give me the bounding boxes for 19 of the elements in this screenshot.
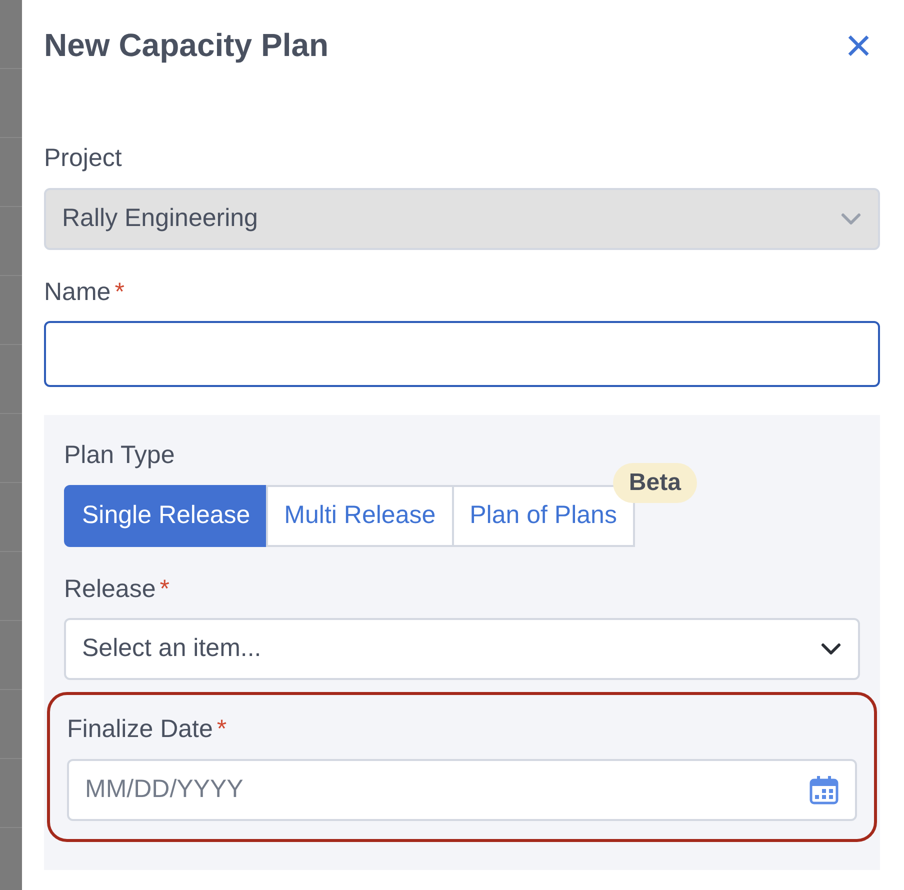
plan-type-tab[interactable]: Multi Release <box>266 484 454 546</box>
field-label: Plan Type <box>64 440 175 471</box>
release-select[interactable]: Select an item... <box>64 618 860 680</box>
chevron-icon <box>840 212 862 226</box>
field-label: Release <box>64 574 156 604</box>
plan-type-tab[interactable]: Single Release <box>64 484 268 546</box>
required-mark: * <box>216 714 227 745</box>
dialog-title: New Capacity Plan <box>44 26 329 64</box>
required-mark: * <box>114 276 124 308</box>
required-mark: * <box>160 574 170 604</box>
name-input[interactable] <box>44 321 880 387</box>
chevron-icon <box>820 642 842 656</box>
field-label: Finalize Date <box>67 714 213 745</box>
field-label: Project <box>44 143 122 174</box>
field-label: Name <box>44 276 111 308</box>
calendar-icon[interactable] <box>809 774 839 804</box>
date-input[interactable]: MM/DD/YYYY <box>67 758 857 820</box>
beta-badge: Beta <box>612 462 697 502</box>
close-button[interactable]: × <box>845 22 872 68</box>
